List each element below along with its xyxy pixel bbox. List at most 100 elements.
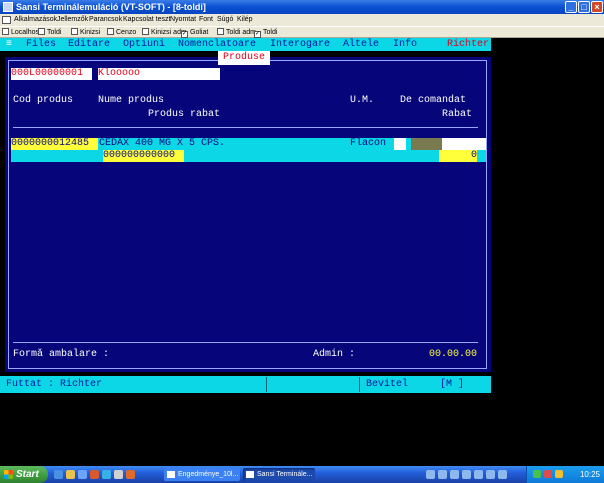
checkbox-icon[interactable]: [217, 28, 224, 35]
host-toldi[interactable]: Toldi: [38, 28, 61, 38]
checkbox-icon[interactable]: [38, 28, 45, 35]
host-toolbar: Localhost Toldi Kinizsi Cenzo Kinizsi ad…: [0, 26, 604, 38]
taskbar-tool-icon[interactable]: [426, 470, 435, 479]
host-kinizsi[interactable]: Kinizsi: [71, 28, 100, 38]
terminal-menu-nomenclatoare[interactable]: Nomenclatoare: [178, 38, 256, 51]
task-sansi-terminal[interactable]: Sansi Terminále...: [243, 468, 315, 481]
terminal-screen[interactable]: ≡ Files Editare Optiuni Nomenclatoare In…: [0, 38, 491, 394]
status-mode: Bevitel: [366, 379, 409, 390]
minimize-button[interactable]: _: [565, 1, 577, 13]
taskbar-tool-icon[interactable]: [450, 470, 459, 479]
host-cenzo[interactable]: Cenzo: [107, 28, 136, 38]
row-cursor-cell[interactable]: [394, 138, 406, 150]
checkbox-checked-icon[interactable]: ✓: [181, 31, 188, 38]
host-label: Toldi adm: [226, 29, 256, 36]
terminal-menu-altele[interactable]: Altele: [343, 38, 379, 51]
quicklaunch-app-icon[interactable]: [90, 470, 99, 479]
row-de-comandat-field[interactable]: [411, 138, 442, 150]
host-label: Toldi: [263, 29, 278, 36]
host-label: Localhost: [11, 29, 41, 36]
host-localhost[interactable]: Localhost: [2, 28, 41, 38]
menu-jellemzok[interactable]: Jellemzők: [57, 14, 88, 26]
quicklaunch-ie-icon[interactable]: [54, 470, 63, 479]
host-label: Toldi: [47, 29, 62, 36]
start-button[interactable]: Start: [0, 466, 48, 483]
quicklaunch-media-icon[interactable]: [114, 470, 123, 479]
row-blank-cell: [442, 138, 486, 150]
task-label: Engedménye_10l...: [178, 471, 239, 478]
close-button[interactable]: ×: [591, 1, 603, 13]
terminal-menu-optiuni[interactable]: Optiuni: [123, 38, 165, 51]
panel-title: Produse: [218, 51, 270, 65]
menu-parancsok[interactable]: Parancsok: [89, 14, 122, 26]
host-label: Cenzo: [116, 29, 137, 36]
checkbox-icon[interactable]: [2, 28, 9, 35]
checkbox-checked-icon[interactable]: ✓: [254, 31, 261, 38]
taskbar-tool-icon[interactable]: [462, 470, 471, 479]
col-produs-rabat: Produs rabat: [148, 109, 221, 120]
taskbar-tool-icon[interactable]: [474, 470, 483, 479]
menu-kilep[interactable]: Kilép: [237, 14, 253, 26]
checkbox-icon[interactable]: [142, 28, 149, 35]
checkbox-icon[interactable]: [107, 28, 114, 35]
status-empty: [267, 376, 359, 393]
terminal-menu-interogare[interactable]: Interogare: [270, 38, 330, 51]
host-toldi-2[interactable]: ✓ Toldi: [254, 28, 277, 38]
row-rabat-value: 0: [470, 150, 477, 161]
menu-font[interactable]: Font: [199, 14, 213, 26]
row-cod-produs[interactable]: 0000000012485: [11, 138, 98, 150]
app-icon: [3, 2, 13, 12]
row-nume-produs: CEDAX 400 MG X 5 CPS.: [99, 138, 226, 149]
system-tray: 10:25: [526, 466, 604, 483]
produse-panel: Produse 000L00000001 Klooooo Cod produs …: [5, 51, 491, 372]
table-row-rabat[interactable]: [11, 150, 486, 162]
terminal-system-menu[interactable]: ≡: [6, 38, 12, 51]
admin-date: 00.00.00: [429, 349, 478, 360]
quicklaunch-outlook-icon[interactable]: [102, 470, 111, 479]
window-title: Sansi Terminálemuláció (VT-SOFT) - [8-to…: [16, 2, 206, 12]
window-title-bar: Sansi Terminálemuláció (VT-SOFT) - [8-to…: [0, 0, 604, 14]
checkbox-icon[interactable]: [71, 28, 78, 35]
taskbar-tool-icon[interactable]: [438, 470, 447, 479]
row-produs-rabat[interactable]: 000000000000: [103, 150, 184, 162]
terminal-menu-editare[interactable]: Editare: [68, 38, 110, 51]
terminal-menu-info[interactable]: Info: [393, 38, 417, 51]
task-engedmenye[interactable]: Engedménye_10l...: [164, 468, 240, 481]
quicklaunch-desktop-icon[interactable]: [78, 470, 87, 479]
col-nume-produs: Nume produs: [98, 95, 165, 106]
col-de-comandat: De comandat: [400, 95, 467, 106]
menu-alkalmazasok[interactable]: Alkalmazások: [14, 14, 57, 26]
task-label: Sansi Terminále...: [257, 471, 313, 478]
host-toldi-adm[interactable]: Toldi adm: [217, 28, 256, 38]
tray-security-icon[interactable]: [544, 470, 552, 478]
menu-app-icon[interactable]: [2, 16, 11, 24]
client-code-field[interactable]: 000L00000001: [11, 68, 92, 80]
maximize-button[interactable]: □: [578, 1, 590, 13]
app-menu-bar: Alkalmazások Jellemzők Parancsok Kapcsol…: [0, 14, 604, 26]
menu-kapcsolat-teszt[interactable]: Kapcsolat teszt: [123, 14, 170, 26]
terminal-menu-bar: ≡ Files Editare Optiuni Nomenclatoare In…: [0, 38, 491, 51]
footer-separator: [13, 342, 478, 343]
status-mode-code: [M ]: [440, 379, 465, 390]
col-um: U.M.: [350, 95, 375, 106]
status-user: Futtat : Richter: [6, 379, 103, 390]
terminal-status-bar: Futtat : Richter Bevitel [M ]: [0, 376, 491, 393]
tray-volume-icon[interactable]: [555, 470, 563, 478]
menu-nyomtat[interactable]: Nyomtat: [170, 14, 196, 26]
menu-sugo[interactable]: Súgó: [217, 14, 233, 26]
terminal-menu-user: Richter: [447, 39, 490, 50]
quicklaunch-firefox-icon[interactable]: [126, 470, 135, 479]
taskbar: Start Engedménye_10l... Sansi Terminále.…: [0, 466, 604, 483]
host-label: Kinizsi: [80, 29, 101, 36]
tray-clock[interactable]: 10:25: [580, 466, 600, 483]
taskbar-tool-icon[interactable]: [498, 470, 507, 479]
terminal-menu-files[interactable]: Files: [26, 38, 56, 51]
taskbar-tool-icon[interactable]: [486, 470, 495, 479]
host-goliat[interactable]: ✓ Goliat: [181, 28, 208, 38]
forma-ambalare-label: Formă ambalare :: [13, 349, 110, 360]
client-name-field[interactable]: Klooooo: [98, 68, 220, 80]
terminal-icon: [246, 471, 254, 478]
quicklaunch-folder-icon[interactable]: [66, 470, 75, 479]
host-label: Goliat: [190, 29, 209, 36]
tray-network-icon[interactable]: [533, 470, 541, 478]
